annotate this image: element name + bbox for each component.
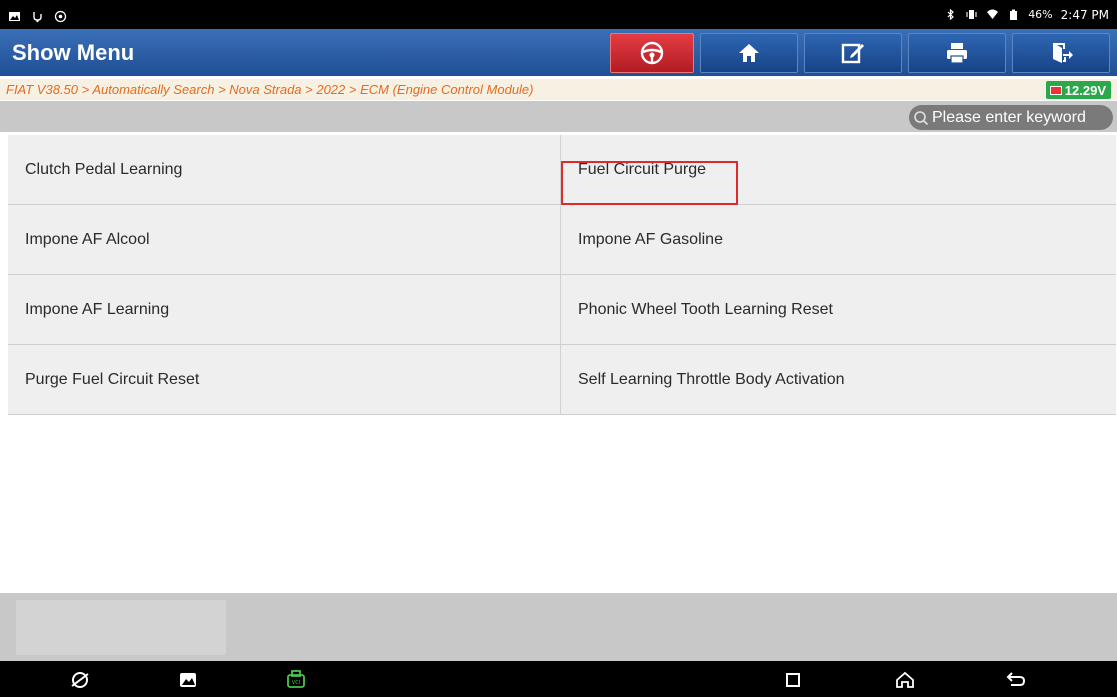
vibrate-icon — [965, 8, 978, 21]
back-icon[interactable] — [1005, 669, 1027, 691]
recent-apps-icon[interactable] — [782, 669, 804, 691]
menu-item-fuel-circuit-purge[interactable]: Fuel Circuit Purge — [561, 135, 1116, 205]
menu-item-impone-af-learning[interactable]: Impone AF Learning — [8, 275, 561, 345]
menu-item-label: Impone AF Gasoline — [578, 230, 723, 248]
settings-gear-icon — [54, 8, 67, 23]
menu-item-clutch-pedal-learning[interactable]: Clutch Pedal Learning — [8, 135, 561, 205]
photo-icon — [8, 8, 21, 21]
app-root: 46% 2:47 PM Show Menu FIAT V38.50 > Auto… — [0, 0, 1117, 697]
menu-item-phonic-wheel-tooth-learning-reset[interactable]: Phonic Wheel Tooth Learning Reset — [561, 275, 1116, 345]
menu-item-label: Fuel Circuit Purge — [578, 160, 707, 178]
search-box[interactable] — [909, 105, 1113, 130]
menu-item-impone-af-alcool[interactable]: Impone AF Alcool — [8, 205, 561, 275]
voltage-value: 12.29V — [1064, 82, 1106, 98]
search-icon — [914, 110, 929, 125]
edit-button[interactable] — [804, 33, 902, 73]
clock: 2:47 PM — [1060, 7, 1109, 22]
vci-icon[interactable]: VCI — [285, 669, 307, 691]
menu-item-self-learning-throttle-body-activation[interactable]: Self Learning Throttle Body Activation — [561, 345, 1116, 415]
exit-button[interactable] — [1012, 33, 1110, 73]
bottom-button-area — [16, 600, 226, 655]
exit-icon — [1053, 43, 1073, 63]
voltage-badge: 12.29V — [1045, 81, 1111, 99]
menu-item-label: Self Learning Throttle Body Activation — [578, 370, 845, 388]
page-title: Show Menu — [12, 39, 135, 65]
car-battery-icon — [1049, 85, 1062, 95]
menu-item-label: Clutch Pedal Learning — [25, 160, 183, 178]
home-button[interactable] — [700, 33, 798, 73]
breadcrumb-bar: FIAT V38.50 > Automatically Search > Nov… — [0, 79, 1117, 100]
toolbar — [610, 33, 1110, 73]
gallery-icon[interactable] — [177, 669, 199, 691]
browser-icon[interactable] — [69, 669, 91, 691]
menu-item-label: Purge Fuel Circuit Reset — [25, 370, 200, 388]
search-input[interactable] — [932, 108, 1112, 127]
steering-wheel-icon — [640, 41, 664, 65]
menu-item-impone-af-gasoline[interactable]: Impone AF Gasoline — [561, 205, 1116, 275]
print-button[interactable] — [908, 33, 1006, 73]
navigation-bar: VCI — [0, 661, 1117, 697]
wifi-icon — [986, 8, 999, 21]
menu-item-label: Impone AF Alcool — [25, 230, 150, 248]
menu-item-purge-fuel-circuit-reset[interactable]: Purge Fuel Circuit Reset — [8, 345, 561, 415]
menu-item-label: Impone AF Learning — [25, 300, 170, 318]
battery-icon — [1007, 8, 1020, 21]
battery-percent: 46% — [1028, 8, 1053, 21]
svg-text:VCI: VCI — [292, 680, 300, 686]
menu-item-label: Phonic Wheel Tooth Learning Reset — [578, 300, 833, 318]
steering-wheel-button[interactable] — [610, 33, 694, 73]
print-icon — [947, 43, 967, 64]
status-bar: 46% 2:47 PM — [0, 0, 1117, 29]
home-nav-icon[interactable] — [894, 669, 916, 691]
breadcrumb: FIAT V38.50 > Automatically Search > Nov… — [6, 82, 534, 97]
bluetooth-icon — [944, 8, 957, 21]
edit-icon — [841, 43, 864, 64]
home-icon — [739, 44, 759, 62]
menu-grid: Clutch Pedal Learning Fuel Circuit Purge… — [8, 135, 1116, 415]
title-bar: Show Menu — [0, 29, 1117, 76]
bottom-panel — [0, 593, 1117, 661]
usb-debug-icon — [31, 8, 44, 23]
search-row — [0, 101, 1117, 132]
